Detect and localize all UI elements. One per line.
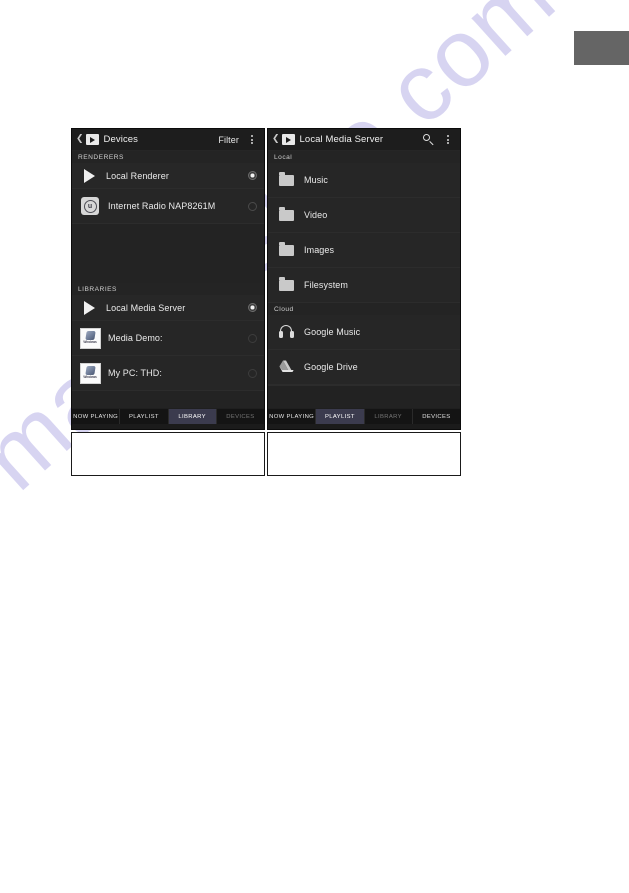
devices-tab-bar: NOW PLAYING PLAYLIST LIBRARY DEVICES xyxy=(72,408,264,424)
local-media-server-tab-bar: NOW PLAYING PLAYLIST LIBRARY DEVICES xyxy=(268,408,460,424)
devices-list: RENDERERS Local Renderer u Internet Radi… xyxy=(72,151,264,408)
local-media-server-phone-screen: ❮ Local Media Server Local Music Video I… xyxy=(267,128,461,430)
media-row-filesystem[interactable]: Filesystem xyxy=(268,268,460,303)
tab-playlist[interactable]: PLAYLIST xyxy=(120,409,169,424)
media-row-google-drive[interactable]: Google Drive xyxy=(268,350,460,385)
local-media-server-panel-column: ❮ Local Media Server Local Music Video I… xyxy=(267,128,461,476)
media-row-video[interactable]: Video xyxy=(268,198,460,233)
page-corner-marker xyxy=(574,31,629,65)
devices-phone-screen: ❮ Devices Filter RENDERERS Local Rendere… xyxy=(71,128,265,430)
wmp-icon-label: Windows xyxy=(83,339,97,344)
library-radio-selected[interactable] xyxy=(248,303,257,312)
section-header-cloud: Cloud xyxy=(268,303,460,315)
tab-devices[interactable]: DEVICES xyxy=(412,409,460,424)
tab-playlist[interactable]: PLAYLIST xyxy=(316,409,365,424)
tab-now-playing[interactable]: NOW PLAYING xyxy=(268,409,317,424)
play-icon xyxy=(76,168,102,183)
devices-app-bar: ❮ Devices Filter xyxy=(72,129,264,151)
tab-now-playing[interactable]: NOW PLAYING xyxy=(72,409,121,424)
media-row-google-music[interactable]: Google Music xyxy=(268,315,460,350)
device-radio-selected[interactable] xyxy=(248,171,257,180)
media-row-images[interactable]: Images xyxy=(268,233,460,268)
media-label: Google Music xyxy=(304,327,361,337)
local-media-server-app-bar: ❮ Local Media Server xyxy=(268,129,460,151)
wmp-icon-label: Windows xyxy=(83,374,97,379)
media-label: Video xyxy=(304,210,328,220)
device-radio[interactable] xyxy=(248,201,257,211)
library-row-media-demo[interactable]: Windows Media Demo: xyxy=(72,321,264,356)
folder-icon xyxy=(272,242,300,256)
local-media-server-title: Local Media Server xyxy=(299,134,384,145)
media-list-empty-gap xyxy=(268,385,460,408)
internet-radio-icon: u xyxy=(76,197,104,215)
devices-panel-column: ❮ Devices Filter RENDERERS Local Rendere… xyxy=(71,128,265,476)
device-label: Local Renderer xyxy=(106,170,169,181)
chevron-left-icon[interactable]: ❮ xyxy=(272,135,280,144)
folder-icon xyxy=(272,277,300,291)
windows-media-player-icon: Windows xyxy=(76,327,104,349)
media-label: Images xyxy=(304,245,335,255)
windows-media-player-icon: Windows xyxy=(76,362,104,384)
device-row-local-renderer[interactable]: Local Renderer xyxy=(72,163,264,189)
media-label: Filesystem xyxy=(304,280,349,290)
google-drive-icon xyxy=(272,360,300,374)
library-row-local-media-server[interactable]: Local Media Server xyxy=(72,295,264,321)
media-label: Google Drive xyxy=(304,362,358,372)
library-radio[interactable] xyxy=(248,333,257,343)
devices-empty-gap xyxy=(72,224,264,283)
media-label: Music xyxy=(304,175,329,185)
tab-library[interactable]: LIBRARY xyxy=(168,409,217,424)
media-row-music[interactable]: Music xyxy=(268,163,460,198)
caption-box-right xyxy=(267,432,461,476)
filter-button[interactable]: Filter xyxy=(218,135,239,145)
overflow-menu-icon[interactable] xyxy=(443,135,453,144)
tab-library[interactable]: LIBRARY xyxy=(364,409,413,424)
play-icon[interactable] xyxy=(85,134,99,145)
search-icon[interactable] xyxy=(422,133,435,146)
folder-icon xyxy=(272,172,300,186)
section-header-libraries: LIBRARIES xyxy=(72,283,264,295)
play-icon xyxy=(76,300,102,315)
overflow-menu-icon[interactable] xyxy=(247,135,257,144)
play-icon[interactable] xyxy=(281,134,295,145)
radio-badge-letter: u xyxy=(87,202,93,210)
headphones-icon xyxy=(272,325,300,339)
section-header-local: Local xyxy=(268,151,460,163)
library-label: Local Media Server xyxy=(106,302,186,313)
caption-box-left xyxy=(71,432,265,476)
folder-icon xyxy=(272,207,300,221)
chevron-left-icon[interactable]: ❮ xyxy=(76,135,84,144)
library-row-my-pc[interactable]: Windows My PC: THD: xyxy=(72,356,264,391)
local-media-server-list: Local Music Video Images Filesystem Clou… xyxy=(268,151,460,408)
screenshot-figure: ❮ Devices Filter RENDERERS Local Rendere… xyxy=(71,128,461,476)
library-radio[interactable] xyxy=(248,368,257,378)
device-row-internet-radio[interactable]: u Internet Radio NAP8261M xyxy=(72,189,264,224)
library-label: Media Demo: xyxy=(108,333,163,343)
tab-devices[interactable]: DEVICES xyxy=(216,409,264,424)
section-header-renderers: RENDERERS xyxy=(72,151,264,163)
library-label: My PC: THD: xyxy=(108,368,162,378)
device-label: Internet Radio NAP8261M xyxy=(108,201,216,211)
devices-title: Devices xyxy=(103,134,139,145)
